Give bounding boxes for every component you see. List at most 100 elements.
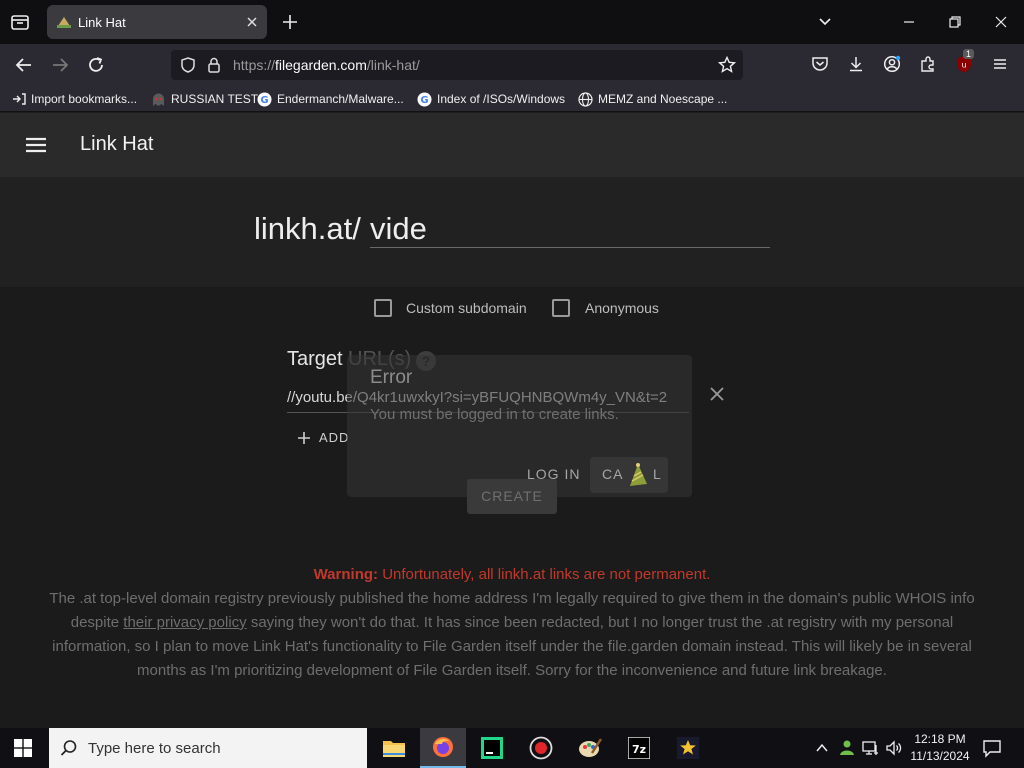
info-line-1: The .at top-level domain registry previo…: [49, 590, 975, 607]
remove-url-close-icon[interactable]: [708, 385, 726, 403]
cancel-label-a: CA: [602, 466, 624, 482]
downloads-icon[interactable]: [847, 55, 865, 73]
url-host: filegarden.com: [275, 57, 367, 73]
link-editor: linkh.at/ vide: [0, 177, 1024, 287]
volume-icon[interactable]: [885, 739, 903, 757]
ghost-icon: [151, 92, 166, 107]
tab-title: Link Hat: [78, 15, 126, 30]
pycharm-icon[interactable]: [469, 728, 515, 768]
link-slug-input[interactable]: vide: [370, 207, 770, 248]
new-tab-icon[interactable]: [281, 13, 299, 31]
warning-prefix: Warning:: [313, 566, 379, 583]
back-icon[interactable]: [14, 55, 34, 75]
record-icon[interactable]: [518, 728, 564, 768]
warning-line: Warning: Unfortunately, all linkh.at lin…: [0, 566, 1024, 583]
7zip-icon[interactable]: 7z: [616, 728, 662, 768]
tracking-protection-shield-icon[interactable]: [179, 56, 197, 74]
show-hidden-icons-chevron-icon[interactable]: [815, 741, 829, 755]
google-icon: G: [417, 92, 432, 107]
import-icon: [12, 92, 26, 106]
people-tray-icon[interactable]: [838, 738, 856, 756]
error-dialog: Error You must be logged in to create li…: [347, 355, 692, 497]
bookmark-label: MEMZ and Noescape ...: [598, 92, 728, 106]
tab-bar: Link Hat: [0, 0, 1024, 44]
google-icon: G: [257, 92, 272, 107]
close-tab-icon[interactable]: [245, 15, 259, 29]
privacy-policy-link[interactable]: their privacy policy: [123, 614, 246, 631]
bookmark-label: RUSSIAN TEST: [171, 92, 259, 106]
lock-icon[interactable]: [206, 56, 222, 74]
cancel-label-b: L: [653, 466, 662, 482]
pocket-icon[interactable]: [811, 55, 829, 73]
svg-text:7z: 7z: [632, 743, 646, 756]
url-prefix: https://: [233, 57, 276, 73]
dialog-title: Error: [370, 367, 413, 388]
info-line-4: months as I'm prioritizing development o…: [137, 662, 887, 679]
info-text: despite: [70, 614, 124, 631]
warning-text: Unfortunately, all linkh.at links are no…: [382, 566, 711, 583]
ublock-icon[interactable]: u 1: [954, 49, 975, 74]
reload-icon[interactable]: [86, 55, 106, 75]
search-placeholder: Type here to search: [88, 740, 221, 757]
taskbar-search-box[interactable]: Type here to search: [49, 728, 367, 768]
forward-icon[interactable]: [50, 55, 70, 75]
info-line-2: despite their privacy policy saying they…: [0, 614, 1024, 631]
minimize-icon[interactable]: [901, 14, 917, 30]
file-explorer-icon[interactable]: [371, 728, 417, 768]
link-prefix: linkh.at/: [254, 211, 361, 246]
list-tabs-chevron-icon[interactable]: [817, 14, 833, 30]
globe-icon: [578, 91, 593, 107]
link-slug-value: vide: [370, 211, 427, 246]
tab-overview-icon[interactable]: [10, 12, 30, 32]
dialog-message: You must be logged in to create links.: [370, 406, 619, 423]
svg-text:G: G: [260, 95, 268, 106]
add-url-button[interactable]: ADD: [297, 430, 349, 445]
bookmark-index-isos[interactable]: G Index of /ISOs/Windows: [417, 90, 565, 108]
hamburger-menu-icon[interactable]: [25, 136, 47, 154]
bookmark-label: Endermanch/Malware...: [277, 92, 404, 106]
menu-hamburger-icon[interactable]: [991, 55, 1009, 73]
windows-start-icon[interactable]: [14, 739, 32, 757]
search-icon: [60, 739, 78, 757]
bookmark-import[interactable]: Import bookmarks...: [12, 90, 137, 108]
target-label: Target: [287, 348, 343, 370]
create-button[interactable]: CREATE: [467, 479, 557, 514]
account-icon[interactable]: [883, 55, 901, 73]
anonymous-checkbox[interactable]: [552, 299, 570, 317]
bookmark-endermanch[interactable]: G Endermanch/Malware...: [257, 90, 404, 108]
mouse-cursor-party-hat-icon: [627, 462, 649, 488]
bookmark-russian-test[interactable]: RUSSIAN TEST: [151, 90, 258, 108]
dialog-cancel-button[interactable]: CA L: [590, 457, 668, 493]
firefox-icon[interactable]: [420, 728, 466, 768]
bookmark-star-icon[interactable]: [718, 56, 736, 74]
custom-subdomain-label: Custom subdomain: [406, 300, 527, 316]
ublock-badge: 1: [963, 49, 975, 59]
close-window-icon[interactable]: [993, 14, 1009, 30]
clock-time: 12:18 PM: [914, 732, 966, 746]
info-line-3: information, so I plan to move Link Hat'…: [52, 638, 972, 655]
clock[interactable]: 12:18 PM 11/13/2024: [904, 731, 976, 765]
clock-date: 11/13/2024: [910, 749, 970, 763]
bookmark-label: Import bookmarks...: [31, 92, 138, 106]
link-hat-favicon-icon: [56, 14, 72, 30]
custom-subdomain-checkbox[interactable]: [374, 299, 392, 317]
svg-text:G: G: [420, 95, 428, 106]
info-text: saying they won't do that. It has since …: [246, 614, 954, 631]
bookmark-memz[interactable]: MEMZ and Noescape ...: [578, 90, 727, 108]
restore-icon[interactable]: [947, 14, 963, 30]
paint-palette-icon[interactable]: [567, 728, 613, 768]
address-bar[interactable]: https://filegarden.com/link-hat/: [171, 50, 743, 80]
plus-icon: [297, 431, 311, 445]
network-icon[interactable]: [862, 739, 880, 757]
anonymous-label: Anonymous: [585, 300, 659, 316]
add-label: ADD: [319, 430, 350, 445]
extensions-icon[interactable]: [919, 55, 937, 73]
favorites-star-app-icon[interactable]: [665, 728, 711, 768]
app-title: Link Hat: [80, 133, 154, 155]
notifications-icon[interactable]: [982, 738, 1002, 758]
url-path: /link-hat/: [366, 57, 420, 73]
bookmark-label: Index of /ISOs/Windows: [437, 92, 566, 106]
url-text[interactable]: https://filegarden.com/link-hat/: [233, 57, 420, 73]
tab-link-hat[interactable]: Link Hat: [47, 5, 267, 39]
app-header: Link Hat: [0, 113, 1024, 177]
